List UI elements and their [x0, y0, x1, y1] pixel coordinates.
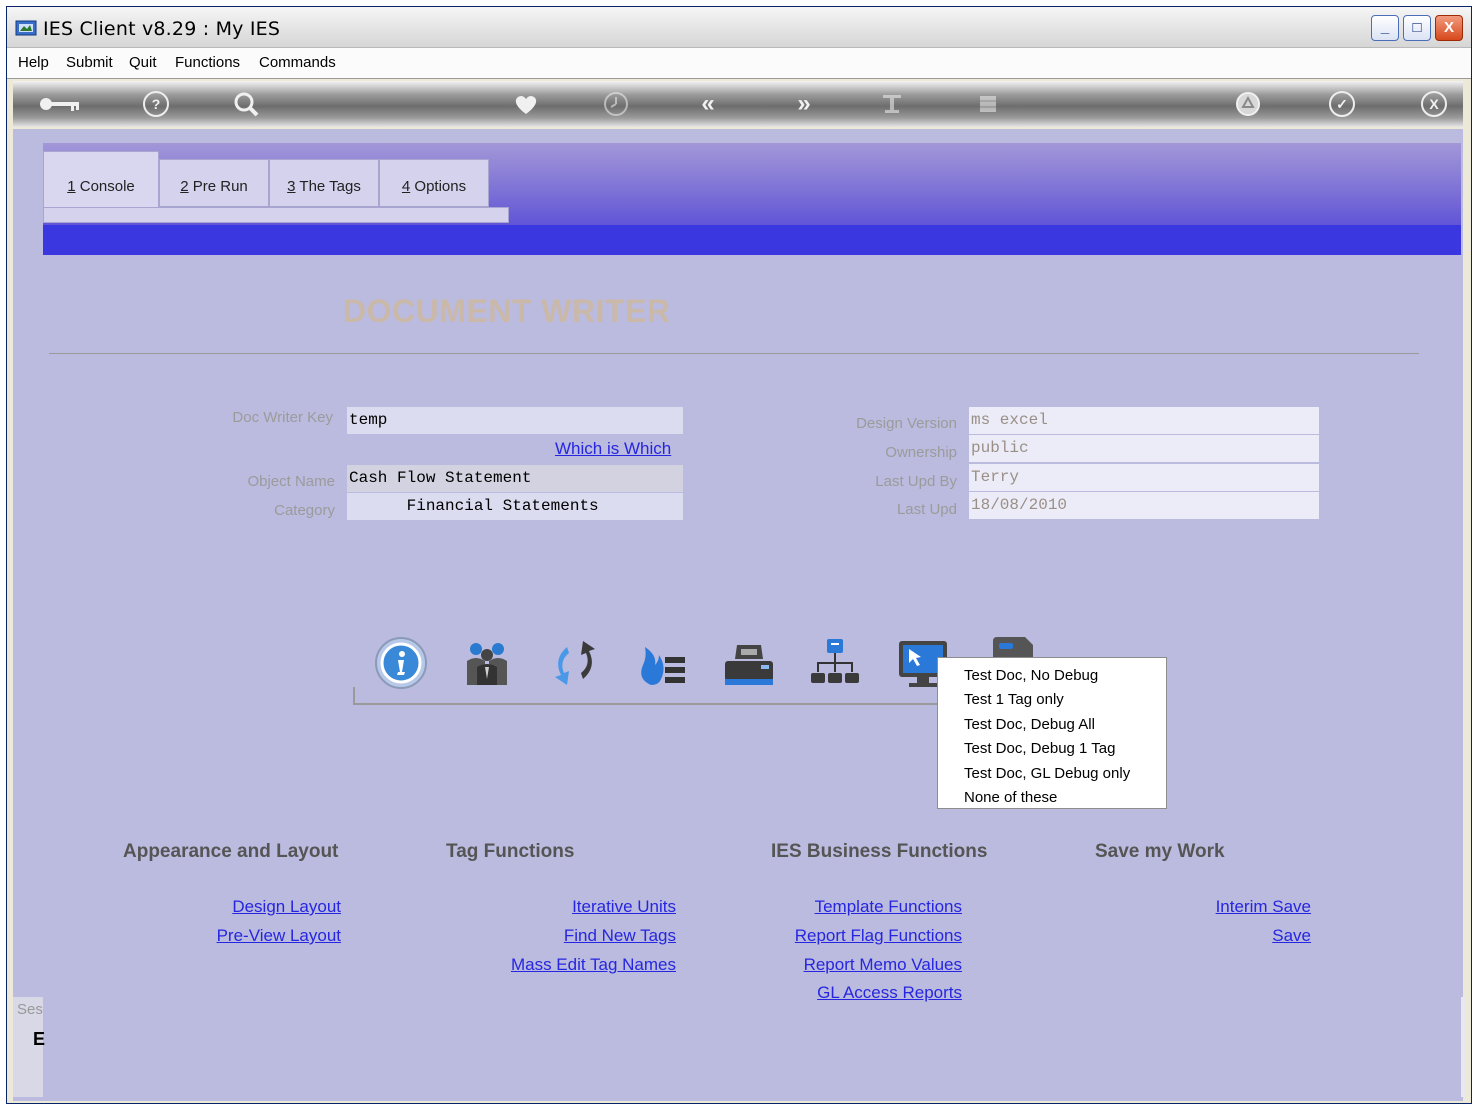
back-icon[interactable]: «	[693, 89, 723, 119]
app-window: IES Client v8.29 : My IES _ □ X Help Sub…	[6, 6, 1472, 1104]
session-panel: Ses E	[13, 997, 46, 1097]
doc-writer-key-label: Doc Writer Key	[232, 409, 333, 426]
object-name-field[interactable]: Cash Flow Statement	[347, 465, 683, 492]
report-memo-values-link[interactable]: Report Memo Values	[804, 955, 962, 975]
menu-commands[interactable]: Commands	[259, 54, 336, 71]
people-icon[interactable]	[459, 635, 515, 691]
tab-console-label: Console	[79, 178, 135, 195]
tab-options[interactable]: 4 Options	[379, 159, 489, 207]
interim-save-link[interactable]: Interim Save	[1216, 897, 1311, 917]
last-upd-label: Last Upd	[896, 501, 957, 518]
popup-item-no-debug[interactable]: Test Doc, No Debug	[938, 664, 1166, 688]
header-strip	[43, 225, 1461, 255]
menu-submit[interactable]: Submit	[66, 54, 113, 71]
forward-icon[interactable]: »	[789, 89, 819, 119]
tab-pre-run-num: 2	[180, 178, 189, 195]
check-icon[interactable]: ✓	[1329, 91, 1355, 117]
appearance-section-title: Appearance and Layout	[123, 841, 339, 862]
last-upd-by-label: Last Upd By	[875, 473, 957, 490]
tab-the-tags-label: The Tags	[299, 178, 361, 195]
close-window-button[interactable]: X	[1435, 15, 1463, 41]
save-link[interactable]: Save	[1272, 926, 1311, 946]
heart-icon[interactable]	[511, 89, 541, 119]
tab-pre-run[interactable]: 2 Pre Run	[159, 159, 269, 207]
last-upd-by-field: Terry	[969, 464, 1319, 491]
main-content: 1 Console 2 Pre Run 3 The Tags 4 Options…	[13, 129, 1465, 1101]
title-bar: IES Client v8.29 : My IES _ □ X	[7, 7, 1471, 48]
right-edge-strip	[1461, 997, 1465, 1097]
tab-console-num: 1	[67, 178, 76, 195]
popup-item-gl-debug[interactable]: Test Doc, GL Debug only	[938, 762, 1166, 786]
app-icon	[15, 20, 37, 36]
maximize-button[interactable]: □	[1403, 15, 1431, 41]
refresh-icon[interactable]	[547, 635, 603, 691]
design-layout-link[interactable]: Design Layout	[232, 897, 341, 917]
menu-help[interactable]: Help	[18, 54, 49, 71]
menu-quit[interactable]: Quit	[129, 54, 157, 71]
help-icon[interactable]: ?	[143, 91, 169, 117]
tab-pre-run-label: Pre Run	[192, 178, 248, 195]
template-functions-link[interactable]: Template Functions	[815, 897, 962, 917]
gl-access-reports-link[interactable]: GL Access Reports	[817, 983, 962, 1003]
category-label: Category	[274, 502, 335, 519]
key-icon[interactable]	[37, 89, 83, 119]
menu-functions[interactable]: Functions	[175, 54, 240, 71]
mass-edit-tag-names-link[interactable]: Mass Edit Tag Names	[511, 955, 676, 975]
close-icon[interactable]: X	[1421, 91, 1447, 117]
last-upd-field: 18/08/2010	[969, 492, 1319, 519]
clock-icon[interactable]	[601, 89, 631, 119]
category-field[interactable]: Financial Statements	[347, 493, 683, 520]
session-label: Ses	[17, 1001, 43, 1018]
hierarchy-icon[interactable]	[807, 635, 863, 691]
test-options-popup: Test Doc, No Debug Test 1 Tag only Test …	[937, 657, 1167, 809]
ownership-field: public	[969, 435, 1319, 462]
tab-the-tags-num: 3	[287, 178, 296, 195]
window-title: IES Client v8.29 : My IES	[43, 18, 281, 40]
ownership-label: Ownership	[885, 444, 957, 461]
icon-baseline-tick	[353, 687, 355, 704]
find-new-tags-link[interactable]: Find New Tags	[564, 926, 676, 946]
grid-icon[interactable]	[973, 89, 1003, 119]
page-title: DOCUMENT WRITER	[343, 293, 671, 329]
title-divider	[49, 353, 1419, 354]
printer-icon[interactable]	[721, 635, 777, 691]
menu-bar: Help Submit Quit Functions Commands	[7, 48, 1471, 79]
tab-options-num: 4	[401, 178, 411, 195]
info-icon[interactable]	[373, 635, 429, 691]
popup-item-debug-all[interactable]: Test Doc, Debug All	[938, 713, 1166, 737]
design-version-field: ms excel	[969, 407, 1319, 434]
business-section-title: IES Business Functions	[771, 841, 988, 862]
design-version-label: Design Version	[856, 415, 957, 432]
tag-functions-section-title: Tag Functions	[446, 841, 575, 862]
iterative-units-link[interactable]: Iterative Units	[572, 897, 676, 917]
which-is-which-link[interactable]: Which is Which	[555, 439, 671, 459]
icon-baseline	[353, 703, 953, 705]
minimize-button[interactable]: _	[1371, 15, 1399, 41]
object-name-label: Object Name	[247, 473, 335, 490]
session-icon: E	[33, 1029, 46, 1049]
text-cursor-icon[interactable]	[877, 89, 907, 119]
fire-list-icon[interactable]	[633, 635, 689, 691]
popup-item-debug-1-tag[interactable]: Test Doc, Debug 1 Tag	[938, 737, 1166, 761]
tab-the-tags[interactable]: 3 The Tags	[269, 159, 379, 207]
pre-view-layout-link[interactable]: Pre-View Layout	[217, 926, 341, 946]
report-flag-functions-link[interactable]: Report Flag Functions	[795, 926, 962, 946]
tab-options-label: Options	[414, 178, 467, 195]
search-icon[interactable]	[231, 89, 261, 119]
popup-item-none[interactable]: None of these	[938, 786, 1166, 810]
tab-panel-edge	[43, 207, 509, 223]
toolbar: ? « » ✓ X	[13, 81, 1463, 127]
save-section-title: Save my Work	[1095, 841, 1225, 862]
tab-console[interactable]: 1 Console	[43, 151, 159, 213]
recycle-icon[interactable]	[1233, 89, 1263, 119]
popup-item-test-1-tag[interactable]: Test 1 Tag only	[938, 688, 1166, 712]
doc-writer-key-field[interactable]: temp	[347, 407, 683, 434]
